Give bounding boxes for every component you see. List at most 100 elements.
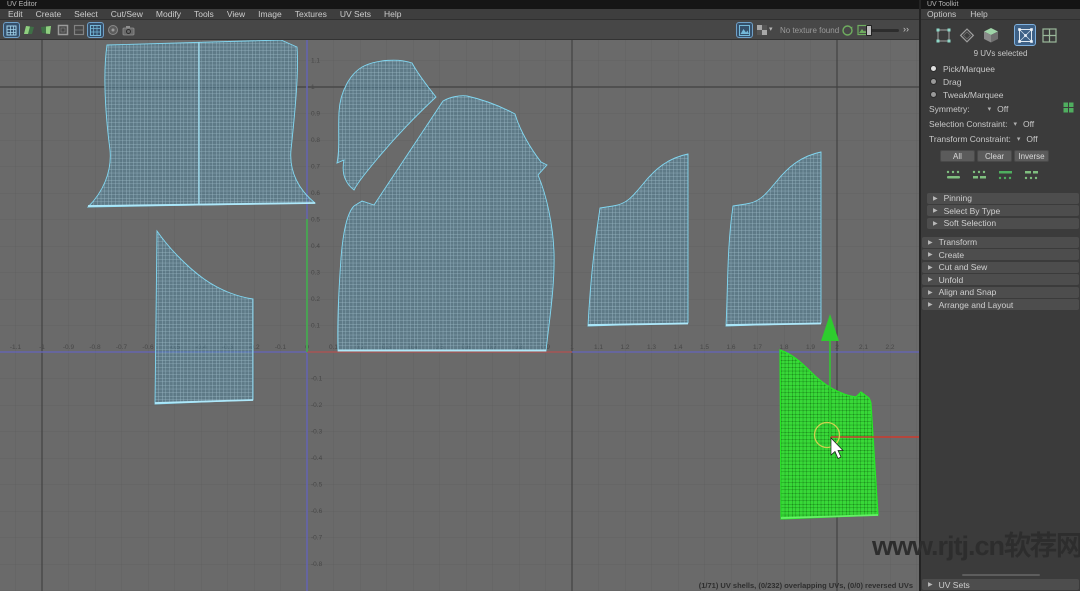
menu-item-help[interactable]: Help (384, 9, 401, 19)
selection-constraint-label: Selection Constraint: (929, 119, 1007, 129)
svg-text:-0.8: -0.8 (89, 344, 101, 351)
uv-snapshot-camera-icon[interactable] (121, 23, 136, 37)
radio-drag[interactable]: Drag (921, 75, 1080, 88)
radio-dot-icon[interactable] (931, 66, 936, 71)
component-type-icons (921, 20, 1080, 47)
menu-item-textures[interactable]: Textures (295, 9, 327, 19)
watermark-text: www.rjtj.cn软荐网 (872, 524, 1080, 563)
face-mode-icon[interactable] (981, 25, 1001, 45)
symmetry-label: Symmetry: (929, 104, 970, 114)
slider-handle[interactable] (866, 25, 872, 36)
toolkit-menu-options[interactable]: Options (927, 9, 956, 19)
radio-tweak-marquee[interactable]: Tweak/Marquee (921, 88, 1080, 101)
svg-text:1.6: 1.6 (726, 344, 735, 351)
menu-item-image[interactable]: Image (258, 9, 282, 19)
menu-item-tools[interactable]: Tools (194, 9, 214, 19)
chevron-right-icon: ▶ (928, 264, 933, 271)
section-label: Unfold (939, 275, 964, 285)
uv-selection-icons (921, 164, 1080, 190)
svg-text:-1: -1 (39, 344, 45, 351)
toolkit-menu-help[interactable]: Help (970, 9, 987, 19)
section-label: Create (939, 250, 965, 260)
menubar: Edit Create Select Cut/Sew Modify Tools View Im… (0, 9, 920, 20)
svg-text:0.5: 0.5 (311, 217, 320, 224)
pixel-snap-icon[interactable] (105, 23, 120, 37)
uv-shell-mode-icon[interactable] (1039, 25, 1059, 45)
toolkit-titlebar: UV Toolkit (921, 0, 1080, 9)
checker-texture-icon[interactable] (754, 23, 769, 37)
toolkit-sections-group1: ▶Pinning▶Select By Type ▶ Soft Selection (921, 190, 1080, 233)
svg-text:1.2: 1.2 (620, 344, 629, 351)
shaded-uv-display-icon[interactable] (21, 23, 36, 37)
section-label: Soft Selection (944, 218, 996, 228)
transform-constraint-caret[interactable]: ▾ (1017, 135, 1021, 143)
texture-dropdown-caret[interactable]: ▾ (769, 25, 773, 33)
transform-constraint-value[interactable]: Off (1026, 134, 1037, 144)
svg-text:0.1: 0.1 (329, 344, 338, 351)
chevron-right-icon: ▶ (933, 195, 938, 202)
svg-text:0.4: 0.4 (311, 243, 320, 250)
menu-item-edit[interactable]: Edit (8, 9, 23, 19)
svg-text:-0.1: -0.1 (311, 376, 323, 383)
menu-item-select[interactable]: Select (74, 9, 98, 19)
panel-resize-grip[interactable] (962, 574, 1040, 576)
selection-mode-radios: Pick/MarqueeDragTweak/Marquee (921, 62, 1080, 101)
selection-constraint-row: Selection Constraint: ▾ Off (921, 116, 1080, 131)
uv-canvas[interactable]: -1.1-1-0.9-0.8-0.7-0.6-0.5-0.4-0.3-0.2-0… (0, 40, 920, 591)
svg-text:-0.2: -0.2 (311, 402, 323, 409)
menu-item-modify[interactable]: Modify (156, 9, 181, 19)
section-transform[interactable]: ▶Transform (922, 237, 1079, 248)
radio-dot-icon[interactable] (931, 79, 936, 84)
selection-constraint-value[interactable]: Off (1023, 119, 1034, 129)
toolkit-sections-group2: ▶Transform▶Create▶Cut and Sew▶Unfold▶Ali… (921, 233, 1080, 314)
shell-status-text: (1/71) UV shells, (0/232) overlapping UV… (699, 581, 913, 590)
symmetry-value[interactable]: Off (997, 104, 1008, 114)
section-cut-and-sew[interactable]: ▶ Cut and Sew (922, 262, 1079, 273)
menu-item-cut-sew[interactable]: Cut/Sew (111, 9, 143, 19)
border-edges-icon[interactable] (55, 23, 70, 37)
display-image-icon[interactable] (737, 23, 752, 37)
select-border-icon[interactable] (972, 167, 987, 185)
section-unfold[interactable]: ▶ Unfold (922, 274, 1079, 285)
chevron-right-icon: ▶ (933, 220, 938, 227)
all-button[interactable]: All (940, 150, 975, 162)
svg-text:1.5: 1.5 (700, 344, 709, 351)
toolbar-expand-arrows-icon[interactable]: ›› (903, 24, 909, 34)
clear-button[interactable]: Clear (977, 150, 1012, 162)
section-pinning[interactable]: ▶Pinning (927, 193, 1079, 204)
shrink-selection-icon[interactable] (1024, 167, 1039, 185)
image-dim-slider[interactable] (869, 29, 899, 32)
section-arrange-and-layout[interactable]: ▶Arrange and Layout (922, 299, 1079, 310)
grid-display-icon[interactable] (88, 23, 103, 37)
section-create[interactable]: ▶Create (922, 249, 1079, 260)
shaded-uv-overlap-icon[interactable] (38, 23, 53, 37)
symmetry-grid-icon[interactable] (1063, 102, 1074, 115)
select-shell-icon[interactable] (946, 167, 961, 185)
chevron-right-icon: ▶ (928, 289, 933, 296)
texture-borders-icon[interactable] (71, 23, 86, 37)
section-align-and-snap[interactable]: ▶Align and Snap (922, 287, 1079, 298)
svg-text:-0.7: -0.7 (116, 344, 128, 351)
chevron-right-icon: ▶ (928, 276, 933, 283)
grow-selection-icon[interactable] (998, 167, 1013, 185)
section-select-by-type[interactable]: ▶Select By Type (927, 205, 1079, 216)
edge-mode-icon[interactable] (957, 25, 977, 45)
uv-edit-mode-icon[interactable] (4, 23, 19, 37)
radio-pick-marquee[interactable]: Pick/Marquee (921, 62, 1080, 75)
radio-dot-icon[interactable] (931, 92, 936, 97)
selection-constraint-caret[interactable]: ▾ (1013, 120, 1017, 128)
section-soft-selection[interactable]: ▶ Soft Selection (927, 218, 1079, 229)
menu-item-create[interactable]: Create (36, 9, 62, 19)
transform-constraint-row: Transform Constraint: ▾ Off (921, 131, 1080, 146)
section-uv-sets[interactable]: ▶ UV Sets (922, 579, 1079, 590)
menu-item-uv-sets[interactable]: UV Sets (340, 9, 371, 19)
inverse-button[interactable]: Inverse (1014, 150, 1049, 162)
menu-item-view[interactable]: View (227, 9, 245, 19)
svg-text:0.2: 0.2 (311, 296, 320, 303)
symmetry-dropdown-caret[interactable]: ▾ (988, 105, 992, 113)
window-titlebar: UV Editor (0, 0, 920, 9)
vertex-mode-icon[interactable] (933, 25, 953, 45)
update-psd-icon[interactable] (840, 23, 855, 37)
uv-mode-icon[interactable] (1015, 25, 1035, 45)
section-label: Cut and Sew (939, 262, 988, 272)
